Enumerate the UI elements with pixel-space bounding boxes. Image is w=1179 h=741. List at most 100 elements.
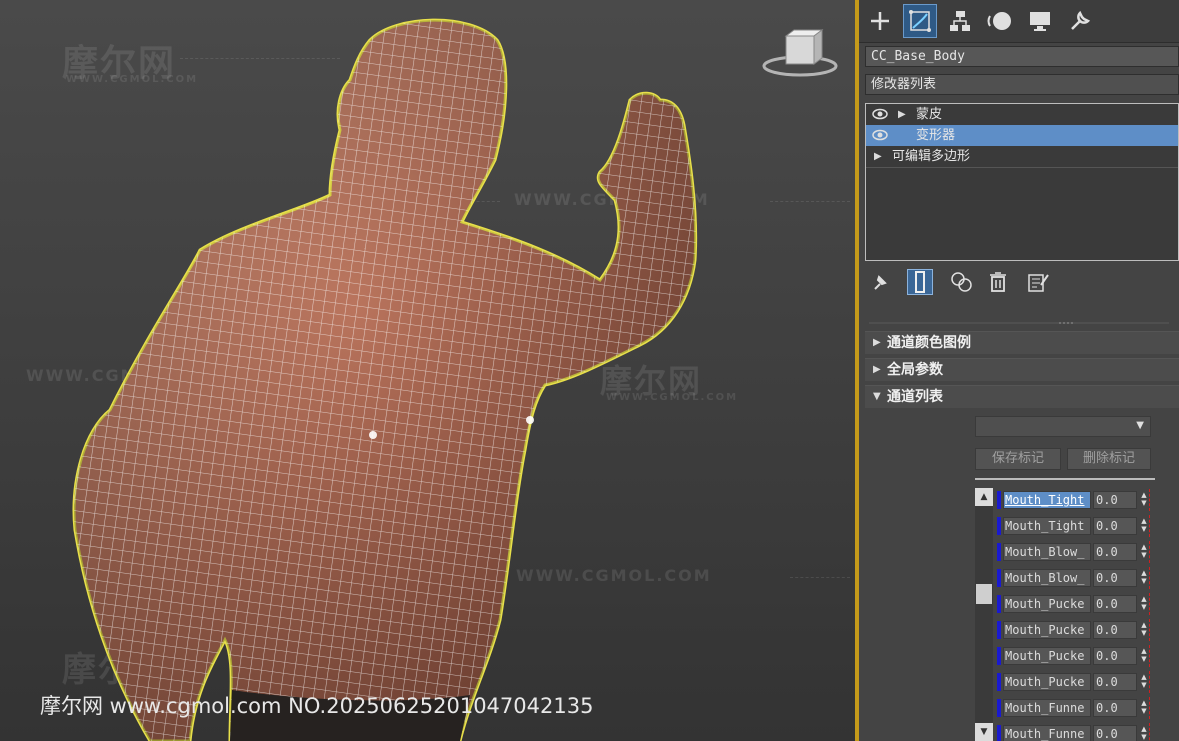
channel-active-marker <box>1149 619 1151 641</box>
stack-item-editable-poly[interactable]: ▶ 可编辑多边形 <box>866 146 1178 167</box>
channel-list-divider <box>975 478 1155 480</box>
channel-color-swatch <box>997 725 1001 741</box>
scroll-down-icon[interactable]: ▼ <box>975 723 993 741</box>
channel-spinner-icon[interactable]: ▲ ▼ <box>1139 621 1149 639</box>
channel-spinner-icon[interactable]: ▲ ▼ <box>1139 569 1149 587</box>
modifier-stack: ▶ 蒙皮 变形器 ▶ 可编辑多边形 <box>865 103 1179 261</box>
channel-row[interactable]: Mouth_Funne 0.0 ▲ ▼ <box>997 697 1157 719</box>
channel-name-button[interactable]: Mouth_Tight <box>1003 517 1091 535</box>
panel-resize-handle[interactable] <box>859 320 1179 326</box>
expand-triangle-icon[interactable]: ▶ <box>898 104 906 125</box>
channel-spinner-icon[interactable]: ▲ ▼ <box>1139 673 1149 691</box>
utilities-tab[interactable] <box>1063 4 1097 38</box>
channel-name-button[interactable]: Mouth_Pucke <box>1003 621 1091 639</box>
channel-value-field[interactable]: 0.0 <box>1093 543 1137 561</box>
channel-color-swatch <box>997 647 1001 665</box>
scroll-thumb[interactable] <box>976 584 992 604</box>
channel-spinner-icon[interactable]: ▲ ▼ <box>1139 595 1149 613</box>
show-end-result-button[interactable] <box>907 269 933 295</box>
channel-color-swatch <box>997 699 1001 717</box>
marker-dropdown[interactable]: ▼ <box>975 416 1151 437</box>
channel-row[interactable]: Mouth_Tight 0.0 ▲ ▼ <box>997 489 1157 511</box>
channel-value-field[interactable]: 0.0 <box>1093 595 1137 613</box>
channel-row[interactable]: Mouth_Pucke 0.0 ▲ ▼ <box>997 593 1157 615</box>
channel-active-marker <box>1149 567 1151 589</box>
channel-value-field[interactable]: 0.0 <box>1093 569 1137 587</box>
channel-name-button[interactable]: Mouth_Pucke <box>1003 595 1091 613</box>
channel-name-button[interactable]: Mouth_Blow_ <box>1003 569 1091 587</box>
make-unique-button[interactable] <box>949 269 975 295</box>
character-mesh[interactable] <box>0 0 855 741</box>
channel-row[interactable]: Mouth_Tight 0.0 ▲ ▼ <box>997 515 1157 537</box>
display-tab[interactable] <box>1023 4 1057 38</box>
channel-name-button[interactable]: Mouth_Tight <box>1003 491 1091 509</box>
channel-active-marker <box>1149 593 1151 615</box>
delete-marker-button[interactable]: 删除标记 <box>1067 448 1151 470</box>
channel-row[interactable]: Mouth_Pucke 0.0 ▲ ▼ <box>997 645 1157 667</box>
stack-item-morpher[interactable]: 变形器 <box>866 125 1178 146</box>
channel-value-field[interactable]: 0.0 <box>1093 699 1137 717</box>
channel-name-button[interactable]: Mouth_Pucke <box>1003 673 1091 691</box>
hierarchy-tab[interactable] <box>943 4 977 38</box>
channel-spinner-icon[interactable]: ▲ ▼ <box>1139 517 1149 535</box>
channel-spinner-icon[interactable]: ▲ ▼ <box>1139 725 1149 741</box>
channel-spinner-icon[interactable]: ▲ ▼ <box>1139 699 1149 717</box>
channel-name-button[interactable]: Mouth_Funne <box>1003 699 1091 717</box>
channel-row[interactable]: Mouth_Blow_ 0.0 ▲ ▼ <box>997 541 1157 563</box>
rollout-collapsed-icon: ▶ <box>873 337 881 348</box>
channel-color-swatch <box>997 491 1001 509</box>
eye-icon[interactable] <box>872 108 888 120</box>
channel-color-swatch <box>997 543 1001 561</box>
modify-tab[interactable] <box>903 4 937 38</box>
object-name-field[interactable]: CC_Base_Body <box>865 46 1179 67</box>
rollout-expanded-icon: ▼ <box>873 391 881 402</box>
channel-value-field[interactable]: 0.0 <box>1093 647 1137 665</box>
channel-name-button[interactable]: Mouth_Blow_ <box>1003 543 1091 561</box>
channel-active-marker <box>1149 489 1151 511</box>
channel-color-swatch <box>997 673 1001 691</box>
channel-value-field[interactable]: 0.0 <box>1093 491 1137 509</box>
channel-row[interactable]: Mouth_Pucke 0.0 ▲ ▼ <box>997 671 1157 693</box>
trash-icon <box>990 272 1006 292</box>
rollout-channel-list[interactable]: ▼ 通道列表 <box>865 385 1179 408</box>
pin-icon <box>874 275 887 290</box>
remove-modifier-button[interactable] <box>985 269 1011 295</box>
channel-name-button[interactable]: Mouth_Pucke <box>1003 647 1091 665</box>
channel-row[interactable]: Mouth_Blow_ 0.0 ▲ ▼ <box>997 567 1157 589</box>
channel-spinner-icon[interactable]: ▲ ▼ <box>1139 647 1149 665</box>
channel-value-field[interactable]: 0.0 <box>1093 725 1137 741</box>
channel-scrollbar[interactable]: ▲ ▼ <box>975 488 993 741</box>
channel-value-field[interactable]: 0.0 <box>1093 673 1137 691</box>
motion-tab[interactable] <box>983 4 1017 38</box>
channel-value-field[interactable]: 0.0 <box>1093 621 1137 639</box>
modifier-list-dropdown[interactable]: 修改器列表 <box>865 74 1179 95</box>
stack-item-label: 蒙皮 <box>916 107 943 122</box>
pin-stack-button[interactable] <box>867 269 893 295</box>
perspective-viewport[interactable]: 摩尔网 WWW.CGMOL.COM WWW.CGMOL.COM WWW.CGMO… <box>0 0 855 741</box>
chevron-down-icon: ▼ <box>1136 420 1144 431</box>
channel-spinner-icon[interactable]: ▲ ▼ <box>1139 491 1149 509</box>
rollout-channel-color-legend[interactable]: ▶ 通道颜色图例 <box>865 331 1179 354</box>
viewcube-icon[interactable] <box>760 26 840 86</box>
configure-modifier-sets-button[interactable] <box>1025 269 1051 295</box>
body-silhouette <box>72 18 698 741</box>
rollout-label: 全局参数 <box>887 362 943 378</box>
channel-value-field[interactable]: 0.0 <box>1093 517 1137 535</box>
rollout-global-parameters[interactable]: ▶ 全局参数 <box>865 358 1179 381</box>
channel-active-marker <box>1149 697 1151 719</box>
create-tab[interactable] <box>863 4 897 38</box>
channel-active-marker <box>1149 723 1151 741</box>
stack-item-skin[interactable]: ▶ 蒙皮 <box>866 104 1178 125</box>
make-unique-icon <box>951 272 972 292</box>
scroll-up-icon[interactable]: ▲ <box>975 488 993 506</box>
channel-row[interactable]: Mouth_Funne 0.0 ▲ ▼ <box>997 723 1157 741</box>
channel-row[interactable]: Mouth_Pucke 0.0 ▲ ▼ <box>997 619 1157 641</box>
save-marker-button[interactable]: 保存标记 <box>975 448 1061 470</box>
channel-name-button[interactable]: Mouth_Funne <box>1003 725 1091 741</box>
channel-spinner-icon[interactable]: ▲ ▼ <box>1139 543 1149 561</box>
create-plus-icon <box>871 12 889 30</box>
expand-triangle-icon[interactable]: ▶ <box>874 146 882 167</box>
eye-icon[interactable] <box>872 129 888 141</box>
stack-divider <box>866 167 1178 168</box>
rollout-label: 通道颜色图例 <box>887 335 971 351</box>
